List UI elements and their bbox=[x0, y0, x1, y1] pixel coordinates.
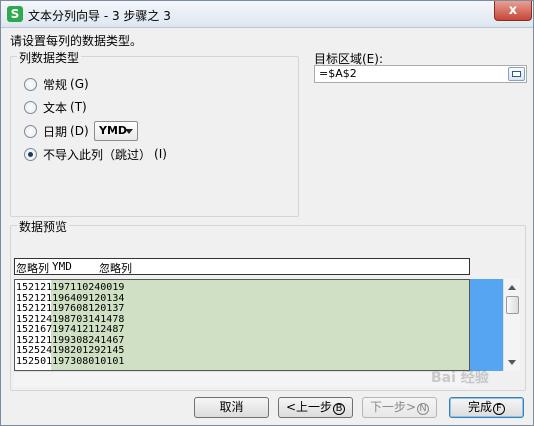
cancel-button-label: 取消 bbox=[219, 400, 244, 414]
target-area-value: =$A$2 bbox=[319, 67, 357, 80]
scroll-down-arrow-icon[interactable] bbox=[508, 360, 516, 365]
collapse-dialog-icon bbox=[512, 71, 521, 77]
preview-vertical-scrollbar[interactable] bbox=[503, 279, 520, 371]
finish-button[interactable]: 完成 F bbox=[449, 397, 524, 418]
finish-button-label: 完成 bbox=[467, 400, 492, 414]
next-button[interactable]: 下一步> N bbox=[362, 397, 437, 418]
instruction-text: 请设置每列的数据类型。 bbox=[10, 34, 143, 48]
hotkey-b: B bbox=[333, 403, 346, 415]
preview-row: 152501197308010101 bbox=[16, 355, 125, 367]
radio-button[interactable] bbox=[24, 124, 37, 138]
watermark: Bai 经验 bbox=[431, 370, 489, 386]
preview-column-headers[interactable]: 忽略列 YMD 忽略列 bbox=[14, 258, 470, 275]
target-area-input[interactable]: =$A$2 bbox=[314, 65, 527, 83]
radio-date[interactable]: 日期 (D) bbox=[24, 123, 89, 139]
next-button-label: 下一步> bbox=[369, 400, 417, 414]
preview-row: 152121197110240019 bbox=[16, 282, 125, 293]
hotkey-d: D bbox=[74, 124, 84, 138]
date-format-select[interactable]: YMD bbox=[94, 121, 138, 141]
radio-button[interactable] bbox=[24, 77, 37, 91]
radio-text-label: 文本 bbox=[43, 100, 68, 115]
wps-spreadsheet-icon: S bbox=[7, 6, 23, 22]
preview-unused-area bbox=[470, 279, 503, 371]
data-preview-group-title: 数据预览 bbox=[17, 218, 70, 235]
close-button[interactable]: x bbox=[494, 1, 532, 21]
hotkey-t: T bbox=[74, 100, 83, 114]
back-button-label: <上一步 bbox=[285, 400, 333, 414]
preview-horizontal-scrollbar[interactable] bbox=[14, 371, 470, 387]
radio-button-selected[interactable] bbox=[24, 147, 37, 161]
window-title: 文本分列向导 - 3 步骤之 3 bbox=[28, 9, 171, 23]
radio-general[interactable]: 常规 (G) bbox=[24, 76, 89, 92]
radio-skip-label: 不导入此列（跳过） bbox=[43, 147, 152, 162]
cancel-button[interactable]: 取消 bbox=[194, 397, 269, 418]
preview-header-col2[interactable]: YMD bbox=[52, 260, 72, 273]
preview-data-area[interactable]: 152121197110240019 152121196409120134 15… bbox=[14, 279, 470, 371]
preview-row: 152167197412112487 bbox=[16, 324, 125, 335]
column-type-group: 列数据类型 常规 (G) 文本 (T) 日期 (D) YMD 不导入此列（跳过）… bbox=[10, 49, 299, 217]
scroll-up-arrow-icon[interactable] bbox=[508, 285, 516, 290]
date-format-value: YMD bbox=[99, 124, 128, 137]
preview-header-col1[interactable]: 忽略列 bbox=[16, 260, 49, 276]
preview-header-col3[interactable]: 忽略列 bbox=[99, 260, 132, 276]
hotkey-f: F bbox=[493, 403, 505, 415]
radio-text[interactable]: 文本 (T) bbox=[24, 99, 87, 115]
column-type-group-title: 列数据类型 bbox=[17, 49, 82, 66]
text-to-columns-dialog: S 文本分列向导 - 3 步骤之 3 x 请设置每列的数据类型。 列数据类型 常… bbox=[0, 0, 534, 426]
hotkey-n: N bbox=[417, 403, 430, 415]
hotkey-g: G bbox=[74, 77, 85, 91]
back-button[interactable]: <上一步 B bbox=[278, 397, 353, 418]
preview-row: 152524198201292145 bbox=[16, 345, 125, 356]
close-icon: x bbox=[508, 3, 518, 18]
range-select-button[interactable] bbox=[508, 67, 525, 81]
chevron-down-icon bbox=[125, 129, 133, 134]
radio-skip-column[interactable]: 不导入此列（跳过） (I) bbox=[24, 146, 167, 162]
radio-date-label: 日期 bbox=[43, 124, 68, 139]
preview-row: 152121197608120137 bbox=[16, 303, 125, 314]
radio-button[interactable] bbox=[24, 100, 37, 114]
radio-general-label: 常规 bbox=[43, 77, 68, 92]
title-bar[interactable]: S 文本分列向导 - 3 步骤之 3 x bbox=[1, 1, 533, 28]
scrollbar-thumb[interactable] bbox=[506, 296, 519, 314]
